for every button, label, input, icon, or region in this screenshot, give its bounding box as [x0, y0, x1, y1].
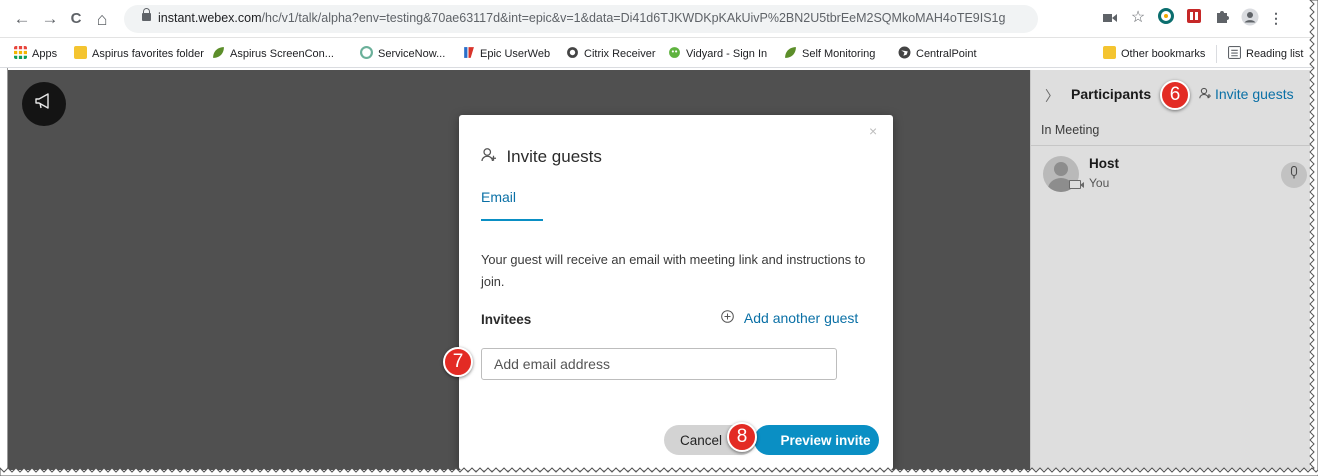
- citrix-icon: [567, 47, 578, 58]
- add-another-guest-button[interactable]: Add another guest: [721, 310, 858, 326]
- mic-icon[interactable]: [1281, 162, 1307, 188]
- bookmark-aspirus-screencon[interactable]: Aspirus ScreenCon...: [212, 46, 334, 62]
- leaf-icon: [213, 47, 224, 58]
- bookmark-separator: [1216, 45, 1217, 63]
- folder-icon: [74, 46, 87, 59]
- reading-list-icon: [1228, 46, 1241, 59]
- invite-guests-label: Invite guests: [1215, 86, 1294, 102]
- browser-toolbar: ← → C ⌂ instant.webex.com/hc/v1/talk/alp…: [0, 0, 1318, 38]
- vidyard-icon: [669, 47, 680, 58]
- bookmark-label: CentralPoint: [916, 48, 977, 60]
- puzzle-icon[interactable]: [1212, 8, 1232, 28]
- back-icon[interactable]: ←: [12, 9, 32, 29]
- invite-guests-link[interactable]: Invite guests: [1199, 86, 1294, 102]
- bookmark-reading-list[interactable]: Reading list: [1228, 46, 1303, 62]
- apps-grid-icon: [14, 46, 27, 59]
- bookmark-label: Aspirus ScreenCon...: [230, 48, 334, 60]
- star-icon[interactable]: ☆: [1128, 8, 1148, 28]
- bookmark-vidyard[interactable]: Vidyard - Sign In: [668, 46, 767, 62]
- megaphone-button[interactable]: [22, 82, 66, 126]
- bookmark-label: Citrix Receiver: [584, 48, 656, 60]
- globe-icon: [898, 46, 911, 59]
- participants-panel: 〉 Participants Invite guests In Meeting …: [1030, 70, 1311, 470]
- invitees-label: Invitees: [481, 312, 532, 327]
- section-in-meeting: In Meeting: [1041, 123, 1100, 137]
- menu-icon[interactable]: ⋮: [1266, 8, 1286, 28]
- bookmark-centralpoint[interactable]: CentralPoint: [898, 46, 977, 62]
- torn-edge-right: [1309, 0, 1318, 476]
- bookmark-other-bookmarks[interactable]: Other bookmarks: [1103, 46, 1205, 62]
- participant-name: Host: [1089, 156, 1119, 171]
- torn-edge-bottom: [0, 467, 1318, 476]
- folder-icon: [1103, 46, 1116, 59]
- bookmark-label: Vidyard - Sign In: [686, 48, 768, 60]
- forward-icon[interactable]: →: [40, 9, 60, 29]
- participant-subtitle: You: [1089, 176, 1110, 190]
- invite-guests-dialog: × Invite guests Email Your guest will re…: [459, 115, 893, 470]
- panel-title: Participants: [1071, 86, 1152, 102]
- bookmark-servicenow[interactable]: ServiceNow...: [360, 46, 445, 62]
- dialog-description: Your guest will receive an email with me…: [481, 252, 866, 289]
- megaphone-icon: [35, 93, 49, 109]
- bookmark-label: ServiceNow...: [378, 48, 446, 60]
- bookmark-label: Other bookmarks: [1121, 48, 1206, 60]
- red-extension-icon[interactable]: [1184, 8, 1204, 28]
- bookmark-apps[interactable]: Apps: [14, 46, 57, 62]
- servicenow-icon: [360, 46, 373, 59]
- tab-active-indicator: [481, 219, 543, 221]
- home-icon[interactable]: ⌂: [92, 9, 112, 29]
- dialog-title-text: Invite guests: [506, 147, 602, 166]
- camera-off-icon: [1069, 180, 1084, 189]
- bookmark-citrix[interactable]: Citrix Receiver: [566, 46, 656, 62]
- chevron-right-icon[interactable]: 〉: [1045, 86, 1059, 106]
- preview-invite-button[interactable]: Preview invite: [754, 425, 879, 455]
- url-path: /hc/v1/talk/alpha?env=testing&70ae63117d…: [261, 11, 1006, 25]
- leaf-icon: [785, 47, 796, 58]
- bookmark-label: Aspirus favorites folder: [92, 48, 204, 60]
- bookmark-self-monitoring[interactable]: Self Monitoring: [784, 46, 875, 62]
- url-host: instant.webex.com: [158, 11, 262, 25]
- participant-row[interactable]: Host You: [1031, 150, 1311, 198]
- tab-email[interactable]: Email: [481, 189, 516, 205]
- email-field[interactable]: [481, 348, 837, 380]
- bookmark-label: Self Monitoring: [802, 48, 876, 60]
- divider: [1031, 145, 1311, 146]
- bookmark-label: Epic UserWeb: [480, 48, 551, 60]
- bookmark-aspirus-favorites[interactable]: Aspirus favorites folder: [74, 46, 204, 62]
- step-callout-8: 8: [727, 422, 757, 452]
- profile-icon[interactable]: [1240, 8, 1260, 28]
- url-text: instant.webex.com/hc/v1/talk/alpha?env=t…: [158, 11, 1028, 25]
- add-person-icon: [1199, 87, 1211, 102]
- plus-circle-icon: [721, 310, 738, 326]
- add-another-guest-label: Add another guest: [743, 310, 859, 326]
- frame-left-edge: [0, 68, 8, 468]
- address-bar[interactable]: instant.webex.com/hc/v1/talk/alpha?env=t…: [124, 5, 1038, 33]
- epic-icon: [464, 47, 474, 58]
- dialog-title: Invite guests: [481, 147, 602, 167]
- bookmark-label: Reading list: [1246, 48, 1304, 60]
- lock-icon: [142, 8, 151, 21]
- add-person-icon: [481, 148, 500, 166]
- circle-extension-icon[interactable]: [1156, 8, 1176, 28]
- step-callout-7: 7: [443, 347, 473, 377]
- bookmarks-bar: Apps Aspirus favorites folder Aspirus Sc…: [0, 38, 1318, 68]
- bookmark-label: Apps: [32, 48, 58, 60]
- close-icon[interactable]: ×: [869, 123, 877, 139]
- camera-icon[interactable]: [1100, 8, 1120, 28]
- bookmark-epic-userweb[interactable]: Epic UserWeb: [462, 46, 550, 62]
- step-callout-6: 6: [1160, 80, 1190, 110]
- reload-icon[interactable]: C: [66, 9, 86, 29]
